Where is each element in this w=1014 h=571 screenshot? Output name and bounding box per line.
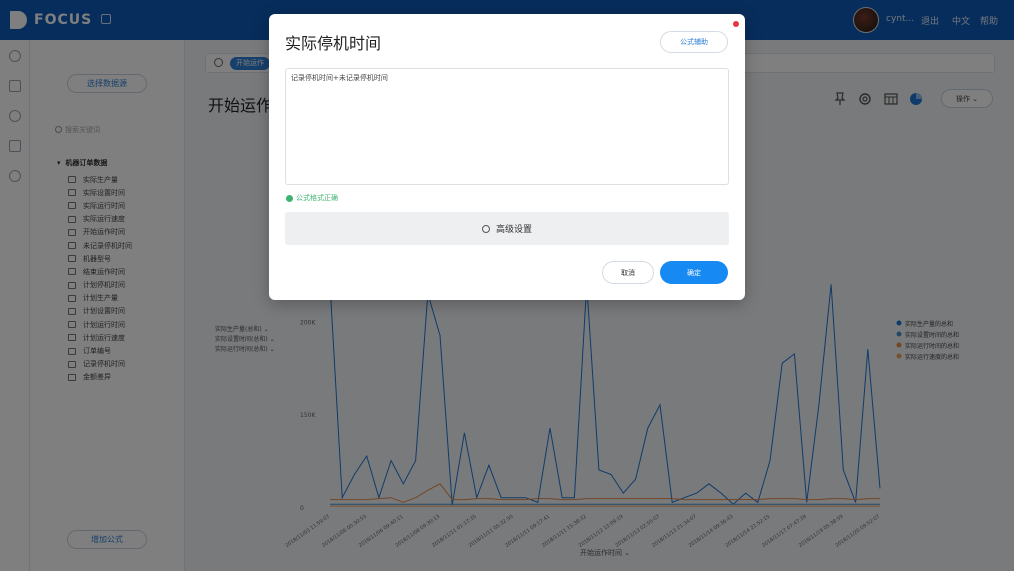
advanced-settings-label: 高级设置 (495, 225, 532, 235)
cancel-button[interactable]: 取消 (602, 261, 654, 284)
advanced-settings-button[interactable]: 高级设置 (285, 212, 729, 245)
gear-icon (481, 224, 490, 233)
formula-status: 公式格式正确 (286, 193, 338, 203)
formula-dialog: 实际停机时间 公式辅助 记录停机时间+未记录停机时间 公式格式正确 高级设置 取… (269, 14, 745, 300)
formula-help-button[interactable]: 公式辅助 (660, 31, 728, 53)
dialog-title: 实际停机时间 (285, 34, 382, 53)
confirm-button[interactable]: 确定 (660, 261, 728, 284)
formula-input[interactable]: 记录停机时间+未记录停机时间 (285, 68, 729, 185)
formula-status-text: 公式格式正确 (296, 194, 338, 202)
close-icon[interactable] (733, 21, 739, 27)
check-icon (286, 194, 293, 202)
